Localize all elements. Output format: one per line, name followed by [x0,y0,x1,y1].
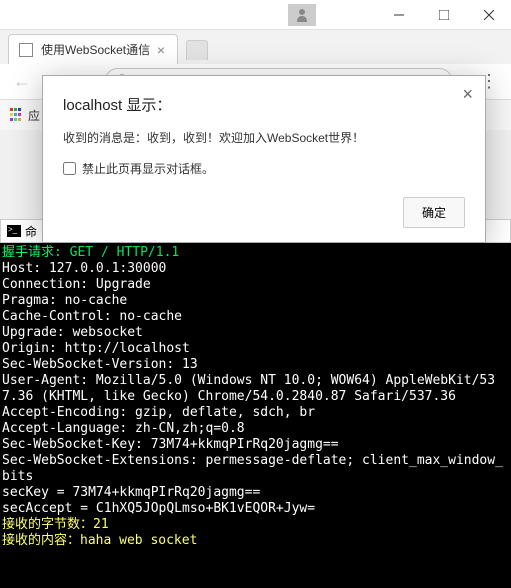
maximize-button[interactable] [421,0,466,30]
terminal-line: 接收的内容：haha web socket [2,533,509,549]
person-icon [296,8,308,22]
terminal-window: 命 握手请求: GET / HTTP/1.1Host: 127.0.0.1:30… [0,219,511,588]
browser-tab[interactable]: 使用WebSocket通信 × [8,34,178,64]
terminal-line: Host: 127.0.0.1:30000 [2,261,509,277]
close-window-button[interactable] [466,0,511,30]
dialog-title: localhost 显示： [63,94,465,115]
tab-close-button[interactable]: × [155,42,167,58]
dialog-close-button[interactable]: × [462,84,473,105]
terminal-line: Accept-Language: zh-CN,zh;q=0.8 [2,421,509,437]
suppress-checkbox-label: 禁止此页再显示对话框。 [82,160,214,177]
terminal-line: Pragma: no-cache [2,293,509,309]
tab-favicon [19,43,33,57]
terminal-line: Sec-WebSocket-Key: 73M74+kkmqPIrRq20jagm… [2,437,509,453]
tab-title: 使用WebSocket通信 [41,41,150,58]
terminal-title: 命 [25,223,37,240]
cmd-icon [7,225,21,237]
dialog-button-row: 确定 [63,197,465,228]
apps-shortcut[interactable]: 应 [10,107,40,124]
terminal-output[interactable]: 握手请求: GET / HTTP/1.1Host: 127.0.0.1:3000… [0,243,511,588]
window-titlebar [0,0,511,30]
dialog-ok-button[interactable]: 确定 [403,197,465,228]
user-profile-icon[interactable] [288,4,316,26]
window-controls [376,0,511,30]
terminal-line: Origin: http://localhost [2,341,509,357]
terminal-line: User-Agent: Mozilla/5.0 (Windows NT 10.0… [2,373,509,405]
terminal-line: Cache-Control: no-cache [2,309,509,325]
terminal-line: Upgrade: websocket [2,325,509,341]
dialog-message: 收到的消息是：收到，收到！欢迎加入WebSocket世界！ [63,129,465,146]
terminal-line: Sec-WebSocket-Extensions: permessage-def… [2,453,509,485]
apps-label: 应 [28,107,40,124]
terminal-line: Connection: Upgrade [2,277,509,293]
apps-grid-icon [10,108,24,122]
terminal-line: Sec-WebSocket-Version: 13 [2,357,509,373]
javascript-dialog: × localhost 显示： 收到的消息是：收到，收到！欢迎加入WebSock… [42,75,486,243]
minimize-button[interactable] [376,0,421,30]
terminal-line: 接收的字节数：21 [2,517,509,533]
tab-bar: 使用WebSocket通信 × [0,30,511,64]
new-tab-button[interactable] [186,40,208,60]
dialog-suppress-checkbox[interactable]: 禁止此页再显示对话框。 [63,160,465,177]
terminal-line: secKey = 73M74+kkmqPIrRq20jagmg== [2,485,509,501]
terminal-line: Accept-Encoding: gzip, deflate, sdch, br [2,405,509,421]
back-button[interactable]: ← [8,68,36,96]
terminal-line: 握手请求: GET / HTTP/1.1 [2,245,509,261]
suppress-checkbox-input[interactable] [63,162,76,175]
terminal-line: secAccept = C1hXQ5JOpQLmso+BK1vEQOR+Jyw= [2,501,509,517]
